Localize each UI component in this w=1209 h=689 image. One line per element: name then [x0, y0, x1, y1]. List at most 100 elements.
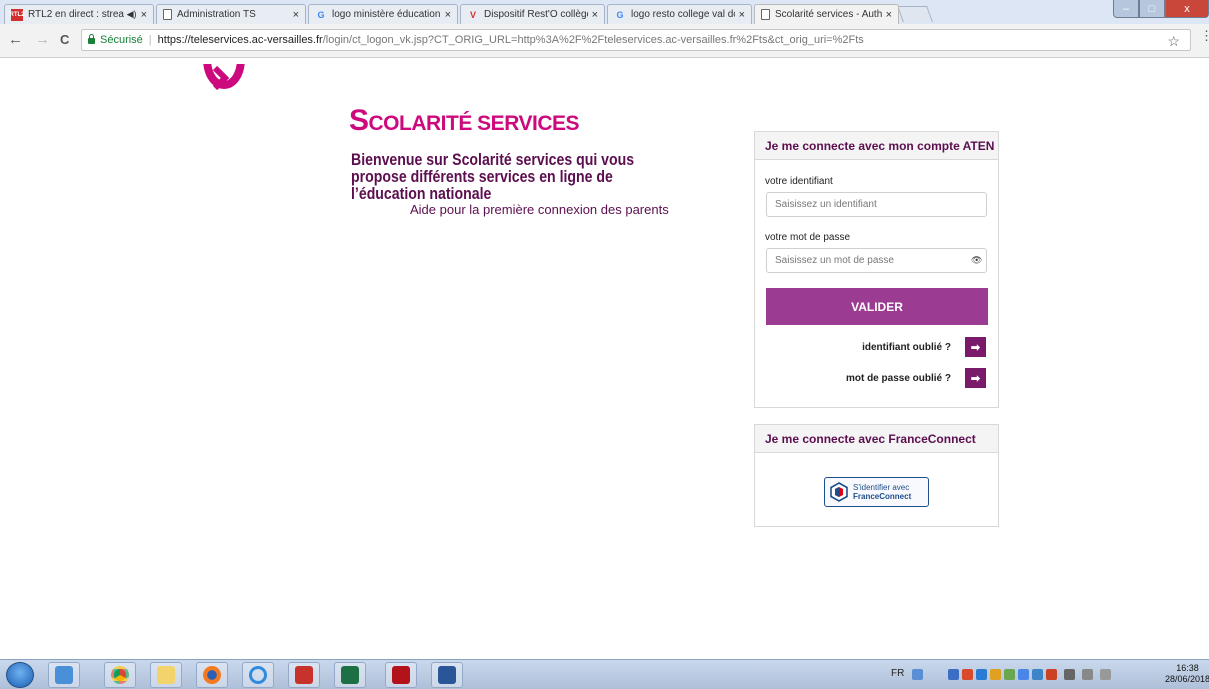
word-icon	[438, 666, 456, 684]
menu-icon[interactable]: ⋮	[1200, 28, 1209, 44]
folder-icon	[157, 666, 175, 684]
google-icon: G	[317, 9, 325, 20]
tab-title: Administration TS	[177, 9, 256, 20]
tab-close-icon[interactable]: ×	[445, 9, 451, 21]
franceconnect-line2: FranceConnect	[853, 492, 912, 501]
tray-app-icon[interactable]	[990, 669, 1001, 680]
tab-title: Scolarité services - Authe	[775, 9, 882, 20]
clock[interactable]: 16:38 28/06/2018	[1165, 663, 1209, 685]
reload-button[interactable]: C	[60, 32, 69, 48]
franceconnect-line1: S'identifier avec	[853, 483, 910, 492]
first-connection-help-link[interactable]: Aide pour la première connexion des pare…	[410, 202, 669, 217]
firefox-icon	[203, 666, 221, 684]
taskbar-ie[interactable]	[242, 662, 274, 688]
back-button[interactable]: ←	[8, 32, 23, 48]
page-title-rest: COLARITÉ SERVICES	[368, 112, 580, 135]
tab-close-icon[interactable]: ×	[141, 9, 147, 21]
taskbar: FR 16:38 28/06/2018	[0, 659, 1209, 689]
tab-close-icon[interactable]: ×	[886, 9, 892, 21]
internet-explorer-icon	[249, 666, 267, 684]
tray-app-icon[interactable]	[976, 669, 987, 680]
tab-close-icon[interactable]: ×	[739, 9, 745, 21]
acrobat-icon	[392, 666, 410, 684]
forgot-identifier-link[interactable]: identifiant oublié ? ➡	[862, 337, 986, 357]
tab-close-icon[interactable]: ×	[592, 9, 598, 21]
rtl2-icon: RTL2	[10, 8, 25, 21]
forgot-password-label: mot de passe oublié ?	[845, 372, 951, 384]
lock-icon	[88, 34, 95, 44]
v-icon: V	[469, 9, 476, 20]
franceconnect-panel: Je me connecte avec FranceConnect S'iden…	[754, 424, 999, 527]
arrow-right-icon[interactable]: ➡	[965, 337, 986, 357]
taskbar-mail[interactable]	[288, 662, 320, 688]
clock-date: 28/06/2018	[1165, 674, 1209, 684]
start-button[interactable]	[6, 662, 34, 688]
tray-app-icon[interactable]	[1032, 669, 1043, 680]
page-icon	[761, 9, 770, 20]
tab-dispositif[interactable]: V Dispositif Rest'O collège ×	[460, 4, 605, 24]
franceconnect-panel-title: Je me connecte avec FranceConnect	[755, 425, 998, 453]
taskbar-firefox[interactable]	[196, 662, 228, 688]
franceconnect-text: S'identifier avec FranceConnect	[853, 483, 911, 501]
secure-label: Sécurisé	[100, 34, 143, 46]
tab-title: RTL2 en direct : strea	[28, 9, 124, 20]
page-title-initial: S	[349, 104, 369, 137]
tab-administration[interactable]: Administration TS ×	[156, 4, 306, 24]
speaker-icon[interactable]: ◀)	[127, 9, 137, 20]
forward-button[interactable]: →	[35, 32, 50, 48]
taskbar-acrobat[interactable]	[385, 662, 417, 688]
validate-button[interactable]: VALIDER	[766, 288, 988, 325]
volume-icon[interactable]	[1100, 669, 1111, 680]
language-indicator[interactable]: FR	[891, 668, 904, 679]
forgot-identifier-label: identifiant oublié ?	[862, 341, 951, 353]
tray-app-icon[interactable]	[948, 669, 959, 680]
new-tab-button[interactable]	[897, 6, 933, 22]
aten-panel-title: Je me connecte avec mon compte ATEN	[755, 132, 998, 160]
page-title: SCOLARITÉ SERVICES	[349, 104, 580, 138]
password-input[interactable]	[766, 248, 987, 273]
identifier-input[interactable]	[766, 192, 987, 217]
mail-icon	[295, 666, 313, 684]
taskbar-explorer[interactable]	[48, 662, 80, 688]
franceconnect-button[interactable]: S'identifier avec FranceConnect	[824, 477, 929, 507]
page-icon	[163, 9, 172, 20]
explorer-icon	[55, 666, 73, 684]
tray-app-icon[interactable]	[1004, 669, 1015, 680]
tab-title: logo resto college val do	[631, 9, 735, 20]
google-icon: G	[616, 9, 624, 20]
tray-app-icon[interactable]	[1018, 669, 1029, 680]
keyboard-icon[interactable]	[912, 669, 923, 680]
tab-rtl2[interactable]: RTL2 RTL2 en direct : strea ◀) ×	[4, 4, 154, 24]
maximize-button[interactable]: □	[1139, 0, 1165, 18]
clock-time: 16:38	[1176, 663, 1199, 673]
url-host: https://teleservices.ac-versailles.fr	[157, 34, 323, 46]
tray-app-icon[interactable]	[1046, 669, 1057, 680]
aten-login-panel: Je me connecte avec mon compte ATEN votr…	[754, 131, 999, 408]
tab-strip: RTL2 RTL2 en direct : strea ◀) × Adminis…	[0, 0, 1209, 24]
close-window-button[interactable]: x	[1165, 0, 1209, 18]
forgot-password-link[interactable]: mot de passe oublié ? ➡	[846, 368, 986, 388]
arrow-right-icon[interactable]: ➡	[965, 368, 986, 388]
tab-scolarite[interactable]: Scolarité services - Authe ×	[754, 4, 899, 24]
tab-title: Dispositif Rest'O collège	[484, 9, 588, 20]
franceconnect-icon	[830, 482, 848, 502]
taskbar-word[interactable]	[431, 662, 463, 688]
url-path: /login/ct_logon_vk.jsp?CT_ORIG_URL=http%…	[322, 34, 864, 46]
taskbar-chrome[interactable]	[104, 662, 136, 688]
tab-logo-resto[interactable]: G logo resto college val do ×	[607, 4, 752, 24]
academie-logo	[201, 64, 247, 98]
address-bar[interactable]: Sécurisé | https://teleservices.ac-versa…	[81, 29, 1191, 51]
tab-logo-ministere[interactable]: G logo ministère éducation ×	[308, 4, 458, 24]
bookmark-star-icon[interactable]: ☆	[1167, 33, 1180, 50]
taskbar-excel[interactable]	[334, 662, 366, 688]
minimize-button[interactable]: –	[1113, 0, 1139, 18]
show-password-eye-icon[interactable]: 👁	[971, 255, 982, 266]
network-icon[interactable]	[1082, 669, 1093, 680]
tray-app-icon[interactable]	[962, 669, 973, 680]
separator: |	[148, 34, 152, 46]
tab-close-icon[interactable]: ×	[293, 9, 299, 21]
flag-icon[interactable]	[1064, 669, 1075, 680]
tab-title: logo ministère éducation	[332, 9, 441, 20]
excel-icon	[341, 666, 359, 684]
taskbar-folder[interactable]	[150, 662, 182, 688]
